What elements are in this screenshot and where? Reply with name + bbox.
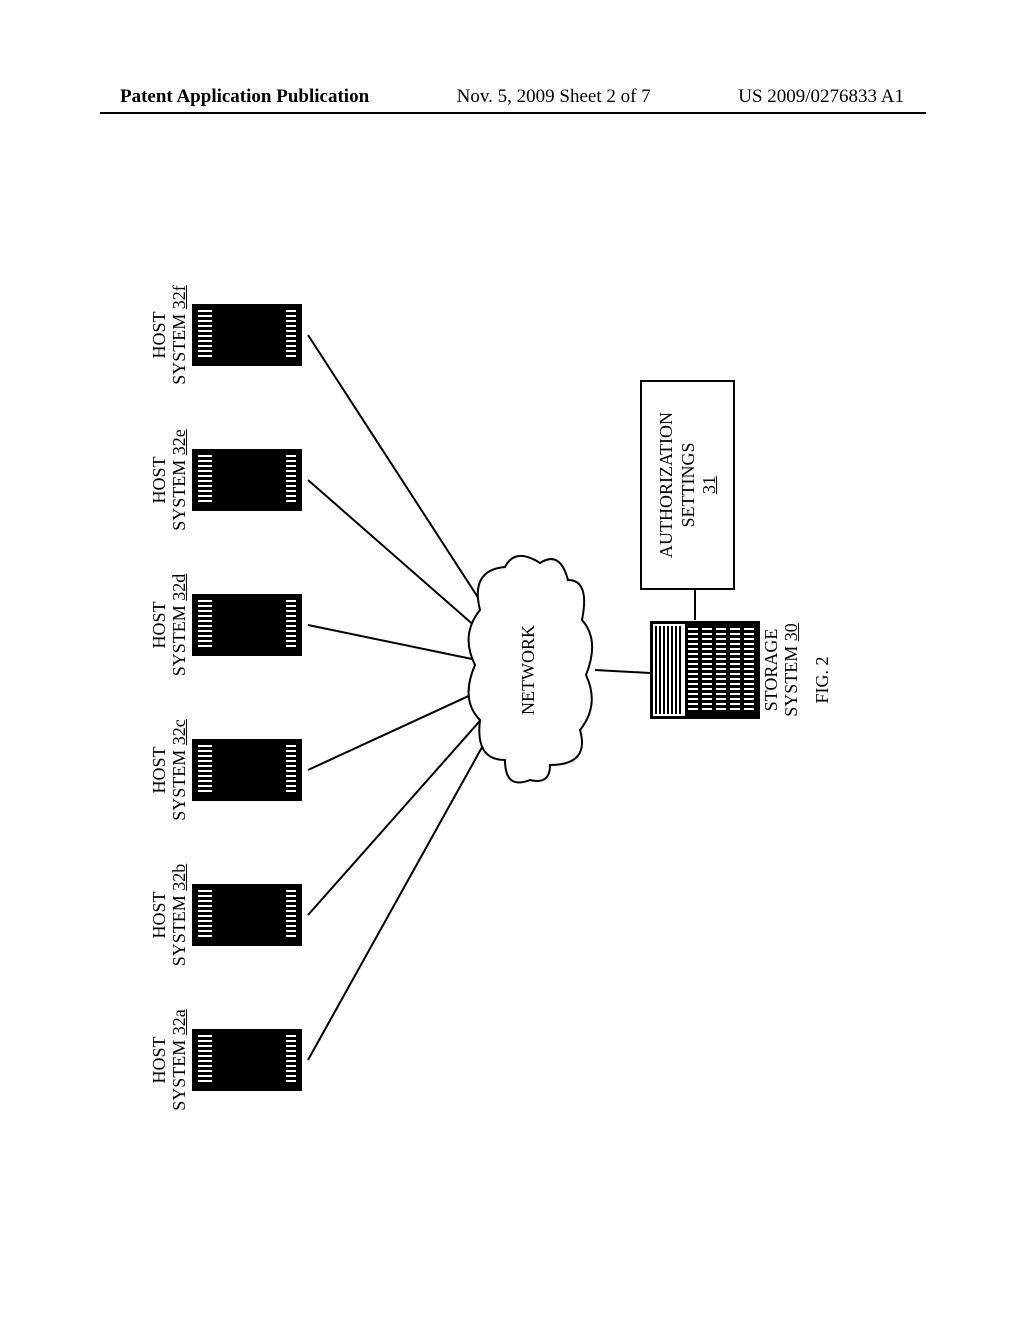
host-label-bottom: SYSTEM <box>169 460 189 531</box>
host-label-bottom: SYSTEM <box>169 895 189 966</box>
storage-label-bottom: SYSTEM <box>781 646 801 717</box>
diagram-container: HOST SYSTEM 32a HOST SYSTEM 32b HOST SYS… <box>150 320 870 1040</box>
computer-tower-icon <box>192 594 302 656</box>
host-label-top: HOST <box>149 312 169 359</box>
host-label-top: HOST <box>149 602 169 649</box>
header-center: Nov. 5, 2009 Sheet 2 of 7 <box>457 86 651 108</box>
authorization-settings-box: AUTHORIZATION SETTINGS 31 <box>640 380 735 590</box>
host-label-top: HOST <box>149 457 169 504</box>
host-system-32e: HOST SYSTEM 32e <box>150 420 302 540</box>
header-left: Patent Application Publication <box>0 86 369 108</box>
host-system-32d: HOST SYSTEM 32d <box>150 565 302 685</box>
auth-line1: AUTHORIZATION <box>656 412 676 558</box>
network-cloud: NETWORK <box>460 555 600 785</box>
host-ref: 32d <box>169 574 189 601</box>
host-ref: 32a <box>169 1009 189 1035</box>
host-label-bottom: SYSTEM <box>169 605 189 676</box>
patent-page: Patent Application Publication Nov. 5, 2… <box>0 0 1024 1320</box>
host-label-top: HOST <box>149 1037 169 1084</box>
storage-system: STORAGE SYSTEM 30 <box>650 615 802 725</box>
computer-tower-icon <box>192 449 302 511</box>
host-ref: 32e <box>169 429 189 455</box>
rack-slot <box>716 627 726 713</box>
storage-ref: 30 <box>781 623 801 641</box>
auth-ref: 31 <box>699 476 719 494</box>
server-rack-icon <box>650 621 760 719</box>
host-label-top: HOST <box>149 892 169 939</box>
rack-slot <box>688 627 698 713</box>
host-system-32f: HOST SYSTEM 32f <box>150 275 302 395</box>
computer-tower-icon <box>192 884 302 946</box>
auth-line2: SETTINGS <box>678 443 698 528</box>
computer-tower-icon <box>192 739 302 801</box>
host-ref: 32c <box>169 719 189 745</box>
host-label-bottom: SYSTEM <box>169 314 189 385</box>
host-label-bottom: SYSTEM <box>169 750 189 821</box>
rack-highlight <box>653 624 685 716</box>
host-system-32a: HOST SYSTEM 32a <box>150 1000 302 1120</box>
rack-slot <box>730 627 740 713</box>
computer-tower-icon <box>192 304 302 366</box>
header-right: US 2009/0276833 A1 <box>738 86 1024 108</box>
host-system-32b: HOST SYSTEM 32b <box>150 855 302 975</box>
computer-tower-icon <box>192 1029 302 1091</box>
figure-caption: FIG. 2 <box>812 240 833 1120</box>
host-label-top: HOST <box>149 747 169 794</box>
host-ref: 32b <box>169 864 189 891</box>
host-ref: 32f <box>169 285 189 309</box>
host-label-bottom: SYSTEM <box>169 1040 189 1111</box>
header-divider <box>100 112 926 114</box>
network-label: NETWORK <box>518 555 539 785</box>
rack-slot <box>744 627 754 713</box>
host-system-32c: HOST SYSTEM 32c <box>150 710 302 830</box>
rack-slot <box>702 627 712 713</box>
storage-label-top: STORAGE <box>761 629 781 712</box>
page-header: Patent Application Publication Nov. 5, 2… <box>0 86 1024 108</box>
